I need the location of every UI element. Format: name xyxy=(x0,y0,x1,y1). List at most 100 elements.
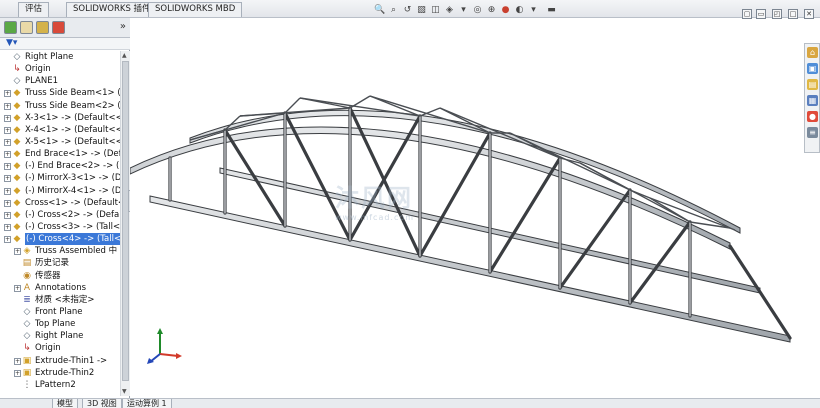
display-style-icon[interactable]: ▾ xyxy=(458,5,469,16)
viewport-single-icon[interactable]: ▢ xyxy=(742,9,752,19)
tab-model[interactable]: 模型 xyxy=(52,399,78,408)
more-tabs-icon[interactable]: » xyxy=(120,21,126,32)
expand-icon[interactable]: + xyxy=(14,369,21,377)
tree-item[interactable]: + ▣ Extrude-Thin2 xyxy=(0,367,120,379)
tree-item[interactable]: + ◆ X-5<1> -> (Default<< xyxy=(0,136,120,148)
tab-evaluate[interactable]: 评估 xyxy=(18,2,50,17)
tree-scrollbar[interactable]: ▲ ▼ xyxy=(120,51,130,396)
expand-icon[interactable]: + xyxy=(4,90,11,98)
tree-item-label: Origin xyxy=(25,64,51,75)
scroll-down-icon[interactable]: ▼ xyxy=(122,388,127,395)
part-icon: ◆ xyxy=(13,100,21,111)
expand-icon[interactable]: + xyxy=(4,114,11,122)
graphics-area[interactable]: 沐风网 www.mfcad.com ⌂ ▣ ▤ ▦ ● ≡ xyxy=(130,18,820,398)
tree-item-label: 传感器 xyxy=(35,270,61,281)
tree-item[interactable]: + ◆ (-) Cross<2> -> (Defa xyxy=(0,209,120,221)
section-view-icon[interactable]: ▧ xyxy=(416,5,427,16)
view-orientation-icon[interactable]: ◈ xyxy=(444,5,455,16)
appearances-icon[interactable]: ● xyxy=(807,111,818,122)
file-explorer-icon[interactable]: ▦ xyxy=(807,95,818,106)
expand-icon[interactable]: + xyxy=(4,187,11,195)
dynamic-annotation-icon[interactable]: ◫ xyxy=(430,5,441,16)
custom-properties-icon[interactable]: ≡ xyxy=(807,127,818,138)
folder-icon[interactable]: ▤ xyxy=(807,79,818,90)
part-icon: ◆ xyxy=(13,149,21,160)
resources-icon[interactable]: ▣ xyxy=(807,63,818,74)
pattern-icon: ⋮ xyxy=(22,379,32,390)
tree-item[interactable]: ◇ Right Plane xyxy=(0,330,120,342)
tree-item[interactable]: ◇ Right Plane xyxy=(0,51,120,63)
expand-icon[interactable]: + xyxy=(4,102,11,110)
filter-icon[interactable]: ▼▾ xyxy=(6,38,17,48)
display-dropdown-icon[interactable]: ▾ xyxy=(528,5,539,16)
tab-solidworks-addins[interactable]: SOLIDWORKS 插件 xyxy=(66,2,158,17)
tree-item[interactable]: ◉ 传感器 xyxy=(0,270,120,282)
edit-appearance-icon[interactable]: ⊕ xyxy=(486,5,497,16)
tree-item[interactable]: + ◆ X-3<1> -> (Default<< xyxy=(0,112,120,124)
expand-icon[interactable]: + xyxy=(4,126,11,134)
scroll-up-icon[interactable]: ▲ xyxy=(122,52,127,59)
viewport-options-icon[interactable]: ▬ xyxy=(546,5,557,16)
tree-item[interactable]: + ◆ (-) Cross<4> -> (Tall< xyxy=(0,233,120,246)
feature-manager-tab-icon[interactable] xyxy=(4,21,17,34)
tree-item[interactable]: + ◆ X-4<1> -> (Default<< xyxy=(0,124,120,136)
feature-manager-panel: » ▼▾ ◇ Right Plane ↳ Origin ◇ PLANE1 + ◆ Truss S… xyxy=(0,18,130,398)
expand-icon[interactable]: + xyxy=(4,199,11,207)
tree-item[interactable]: + ◆ Truss Side Beam<2> ( xyxy=(0,100,120,112)
property-manager-tab-icon[interactable] xyxy=(20,21,33,34)
tree-item[interactable]: + ◆ (-) MirrorX-3<1> -> (D xyxy=(0,172,120,184)
expand-icon[interactable]: + xyxy=(14,248,21,256)
zoom-to-area-icon[interactable]: ⌕ xyxy=(388,5,399,16)
tree-item[interactable]: + ◆ (-) End Brace<2> -> (D xyxy=(0,160,120,172)
expand-icon[interactable]: + xyxy=(4,211,11,219)
configuration-manager-tab-icon[interactable] xyxy=(36,21,49,34)
expand-icon[interactable]: + xyxy=(4,175,11,183)
tree-item-label: Right Plane xyxy=(35,331,84,342)
expand-icon[interactable]: + xyxy=(4,138,11,146)
expand-icon[interactable]: + xyxy=(4,236,11,244)
expand-icon[interactable]: + xyxy=(14,357,21,365)
display-manager-tab-icon[interactable] xyxy=(52,21,65,34)
tree-item[interactable]: ▤ 历史记录 xyxy=(0,257,120,269)
expand-icon[interactable]: + xyxy=(4,223,11,231)
tree-item[interactable]: ↳ Origin xyxy=(0,63,120,75)
minimize-icon[interactable]: ▭ xyxy=(756,9,766,19)
expand-icon[interactable]: + xyxy=(4,163,11,171)
tree-item-label: 材质 <未指定> xyxy=(35,294,95,305)
tree-item[interactable]: + A Annotations xyxy=(0,282,120,294)
truss-bridge-model[interactable] xyxy=(130,18,820,398)
tree-item[interactable]: ◇ PLANE1 xyxy=(0,75,120,87)
tree-item[interactable]: + ◆ End Brace<1> -> (Def xyxy=(0,148,120,160)
apply-scene-icon[interactable]: ● xyxy=(500,5,511,16)
close-icon[interactable]: ✕ xyxy=(804,9,814,19)
tree-item[interactable]: + ◆ (-) MirrorX-4<1> -> (D xyxy=(0,185,120,197)
expand-icon[interactable]: + xyxy=(14,284,21,292)
watermark: 沐风网 www.mfcad.com xyxy=(335,178,414,222)
restore-icon[interactable]: ◰ xyxy=(772,9,782,19)
tab-solidworks-mbd[interactable]: SOLIDWORKS MBD xyxy=(148,2,243,17)
tree-item[interactable]: ⋮ LPattern2 xyxy=(0,379,120,391)
tab-motion-study[interactable]: 运动算例 1 xyxy=(122,399,172,408)
tree-item[interactable]: + ◆ (-) Cross<3> -> (Tall< xyxy=(0,221,120,233)
view-settings-icon[interactable]: ◐ xyxy=(514,5,525,16)
tree-item[interactable]: + ◆ Cross<1> -> (Default< xyxy=(0,197,120,209)
tree-item[interactable]: + ◆ Truss Side Beam<1> ( xyxy=(0,87,120,99)
part-icon: ◆ xyxy=(13,209,21,220)
tree-item[interactable]: ◇ Front Plane xyxy=(0,306,120,318)
part-icon: ◆ xyxy=(13,185,21,196)
scroll-thumb[interactable] xyxy=(122,61,129,381)
tree-item[interactable]: + ◈ Truss Assembled 中 xyxy=(0,245,120,257)
tree-item[interactable]: ◇ Top Plane xyxy=(0,318,120,330)
expand-icon[interactable]: + xyxy=(4,151,11,159)
tree-item[interactable]: ↳ Origin xyxy=(0,342,120,354)
tree-item-label: Truss Side Beam<2> ( xyxy=(25,100,120,111)
previous-view-icon[interactable]: ↺ xyxy=(402,5,413,16)
tree-item[interactable]: + ▣ Extrude-Thin1 -> xyxy=(0,355,120,367)
tree-item[interactable]: ≣ 材质 <未指定> xyxy=(0,294,120,306)
home-icon[interactable]: ⌂ xyxy=(807,47,818,58)
hide-show-items-icon[interactable]: ◎ xyxy=(472,5,483,16)
tree-item-label: Extrude-Thin1 -> xyxy=(35,355,108,366)
zoom-to-fit-icon[interactable]: 🔍 xyxy=(374,5,385,16)
tab-3d-views[interactable]: 3D 视图 xyxy=(82,399,122,408)
maximize-icon[interactable]: □ xyxy=(788,9,798,19)
